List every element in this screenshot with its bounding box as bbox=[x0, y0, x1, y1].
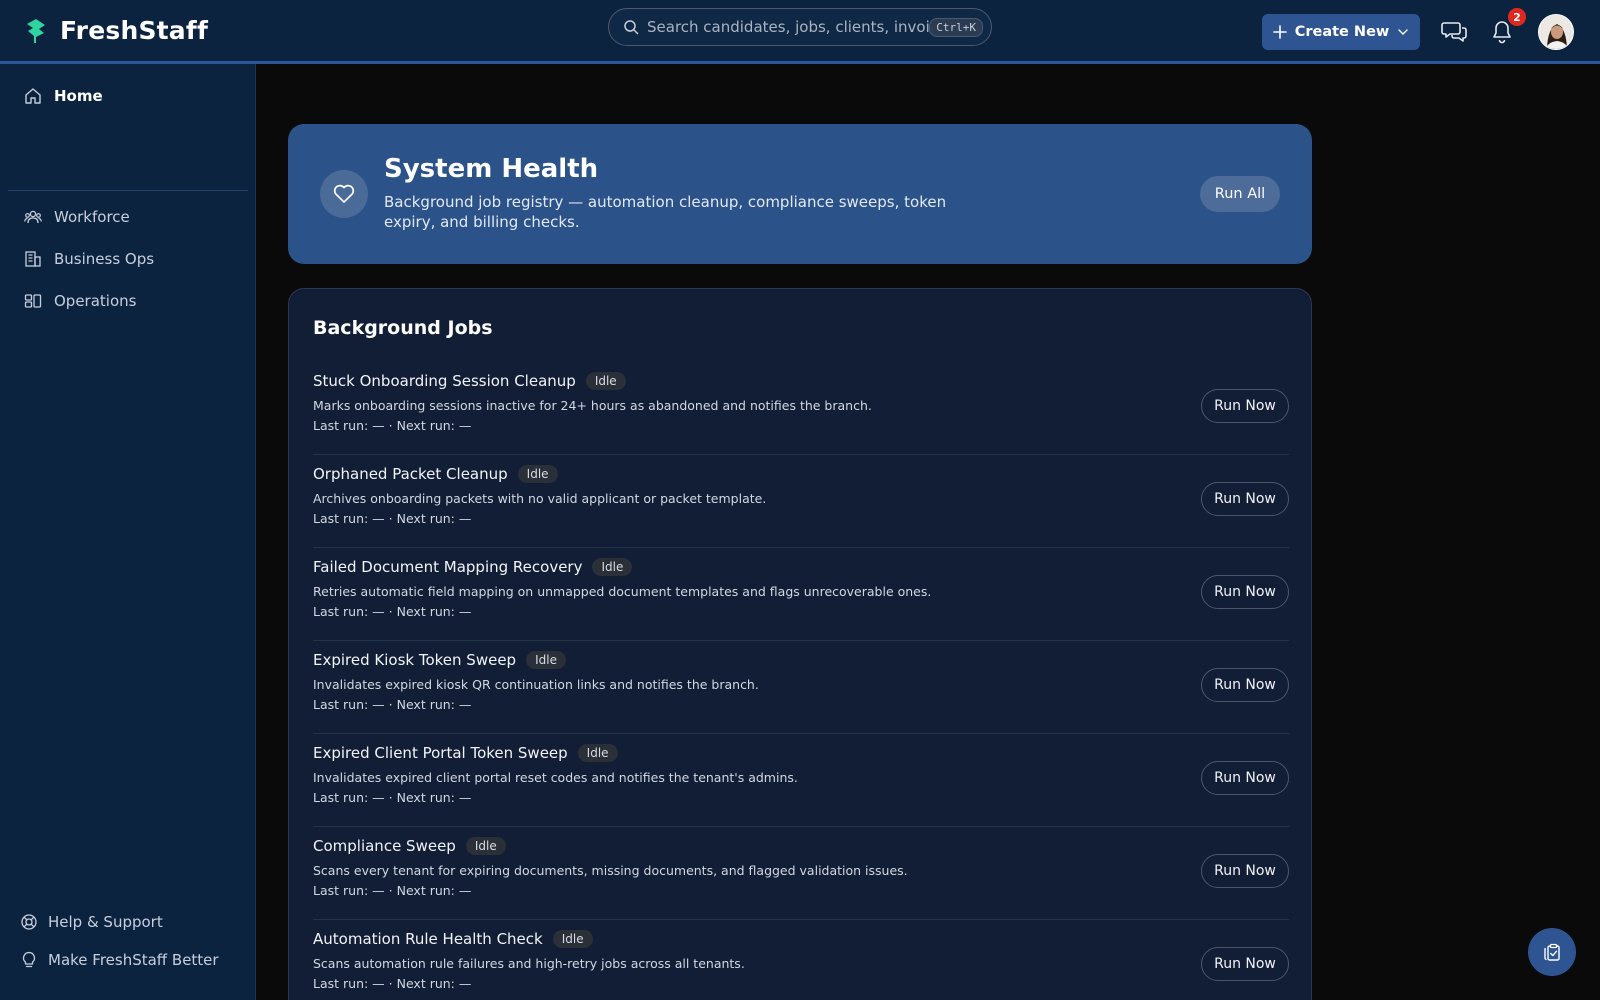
page-title: System Health bbox=[384, 154, 599, 184]
job-row: Expired Client Portal Token Sweep Idle Inv… bbox=[313, 734, 1289, 827]
top-bar: FreshStaff Ctrl+K Create New 2 bbox=[0, 0, 1600, 64]
sidebar-item-label: Home bbox=[54, 87, 103, 105]
help-support-label: Help & Support bbox=[48, 913, 163, 931]
global-search[interactable]: Ctrl+K bbox=[608, 8, 992, 46]
job-row: Stuck Onboarding Session Cleanup Idle Mark… bbox=[313, 362, 1289, 455]
job-title-row: Expired Kiosk Token Sweep Idle bbox=[313, 651, 566, 669]
status-badge: Idle bbox=[552, 930, 593, 948]
help-support-link[interactable]: Help & Support bbox=[20, 907, 163, 937]
job-description: Archives onboarding packets with no vali… bbox=[313, 491, 767, 506]
job-run-schedule: Last run: — · Next run: — bbox=[313, 697, 472, 712]
status-badge: Idle bbox=[517, 465, 558, 483]
sidebar-divider bbox=[8, 190, 248, 191]
job-run-schedule: Last run: — · Next run: — bbox=[313, 604, 472, 619]
search-input[interactable] bbox=[647, 18, 930, 36]
job-name: Automation Rule Health Check bbox=[313, 930, 543, 948]
plus-icon bbox=[1272, 25, 1287, 39]
home-icon bbox=[25, 88, 41, 104]
sidebar-item-label: Operations bbox=[54, 292, 137, 310]
job-run-schedule: Last run: — · Next run: — bbox=[313, 511, 472, 526]
heart-icon-badge bbox=[320, 170, 368, 218]
job-row: Failed Document Mapping Recovery Idle Retr… bbox=[313, 548, 1289, 641]
job-name: Orphaned Packet Cleanup bbox=[313, 465, 508, 483]
heart-icon bbox=[333, 184, 355, 203]
sidebar-item-label: Business Ops bbox=[54, 250, 155, 268]
sidebar-item-business-ops[interactable]: Business Ops bbox=[16, 241, 248, 277]
user-avatar[interactable] bbox=[1538, 14, 1574, 50]
user-portrait-icon bbox=[1539, 15, 1573, 49]
page-description: Background job registry — automation cle… bbox=[384, 193, 947, 231]
notification-count-badge: 2 bbox=[1508, 8, 1526, 26]
clipboard-check-icon bbox=[1544, 943, 1560, 961]
run-now-button[interactable]: Run Now bbox=[1201, 854, 1289, 888]
job-row: Compliance Sweep Idle Scans every tenant f… bbox=[313, 827, 1289, 920]
status-badge: Idle bbox=[577, 744, 618, 762]
users-icon bbox=[24, 210, 42, 224]
job-name: Expired Client Portal Token Sweep bbox=[313, 744, 568, 762]
job-row: Automation Rule Health Check Idle Scans au… bbox=[313, 920, 1289, 1000]
system-health-banner: System Health Background job registry — … bbox=[288, 124, 1312, 264]
job-name: Expired Kiosk Token Sweep bbox=[313, 651, 517, 669]
job-run-schedule: Last run: — · Next run: — bbox=[313, 976, 472, 991]
run-now-button[interactable]: Run Now bbox=[1201, 668, 1289, 702]
job-title-row: Expired Client Portal Token Sweep Idle bbox=[313, 744, 618, 762]
brand-name: FreshStaff bbox=[60, 16, 209, 45]
sidebar: Home Workforce Business Ops Operations H… bbox=[0, 64, 256, 1000]
floating-clipboard-button[interactable] bbox=[1528, 928, 1576, 976]
messages-button[interactable] bbox=[1440, 18, 1468, 46]
layout-icon bbox=[24, 294, 42, 308]
logo-icon bbox=[27, 18, 45, 43]
job-description: Invalidates expired client portal reset … bbox=[313, 770, 798, 785]
job-description: Retries automatic field mapping on unmap… bbox=[313, 584, 932, 599]
status-badge: Idle bbox=[465, 837, 506, 855]
job-run-schedule: Last run: — · Next run: — bbox=[313, 883, 472, 898]
job-run-schedule: Last run: — · Next run: — bbox=[313, 418, 472, 433]
run-now-button[interactable]: Run Now bbox=[1201, 482, 1289, 516]
job-title-row: Stuck Onboarding Session Cleanup Idle bbox=[313, 372, 626, 390]
brand[interactable]: FreshStaff bbox=[24, 16, 208, 45]
feedback-label: Make FreshStaff Better bbox=[48, 951, 219, 969]
create-new-label: Create New bbox=[1294, 24, 1390, 40]
bell-icon bbox=[1493, 21, 1511, 44]
run-now-button[interactable]: Run Now bbox=[1201, 575, 1289, 609]
run-all-button[interactable]: Run All bbox=[1200, 176, 1280, 212]
sidebar-item-operations[interactable]: Operations bbox=[16, 283, 248, 319]
job-description: Scans every tenant for expiring document… bbox=[313, 863, 908, 878]
job-description: Invalidates expired kiosk QR continuatio… bbox=[313, 677, 759, 692]
sidebar-item-home[interactable]: Home bbox=[16, 78, 248, 114]
feedback-link[interactable]: Make FreshStaff Better bbox=[20, 945, 219, 975]
job-description: Marks onboarding sessions inactive for 2… bbox=[313, 398, 872, 413]
chevron-down-icon bbox=[1398, 29, 1408, 35]
job-name: Stuck Onboarding Session Cleanup bbox=[313, 372, 576, 390]
job-title-row: Orphaned Packet Cleanup Idle bbox=[313, 465, 558, 483]
search-icon bbox=[624, 20, 639, 35]
chat-icon bbox=[1441, 22, 1467, 42]
sidebar-item-workforce[interactable]: Workforce bbox=[16, 199, 248, 235]
run-now-button[interactable]: Run Now bbox=[1201, 947, 1289, 981]
create-new-button[interactable]: Create New bbox=[1262, 14, 1420, 50]
lightbulb-icon bbox=[22, 951, 36, 968]
section-title: Background Jobs bbox=[313, 317, 493, 339]
job-name: Compliance Sweep bbox=[313, 837, 456, 855]
building-icon bbox=[25, 251, 41, 267]
search-shortcut-hint: Ctrl+K bbox=[929, 17, 983, 37]
status-badge: Idle bbox=[526, 651, 566, 669]
job-title-row: Compliance Sweep Idle bbox=[313, 837, 506, 855]
status-badge: Idle bbox=[592, 558, 633, 576]
status-badge: Idle bbox=[585, 372, 626, 390]
job-title-row: Automation Rule Health Check Idle bbox=[313, 930, 593, 948]
job-description: Scans automation rule failures and high-… bbox=[313, 956, 745, 971]
sidebar-item-label: Workforce bbox=[54, 208, 130, 226]
job-name: Failed Document Mapping Recovery bbox=[313, 558, 583, 576]
job-row: Expired Kiosk Token Sweep Idle Invalidates… bbox=[313, 641, 1289, 734]
lifebuoy-icon bbox=[21, 914, 37, 930]
job-run-schedule: Last run: — · Next run: — bbox=[313, 790, 472, 805]
background-jobs-card: Background Jobs Stuck Onboarding Session… bbox=[288, 288, 1312, 1000]
run-now-button[interactable]: Run Now bbox=[1201, 761, 1289, 795]
run-now-button[interactable]: Run Now bbox=[1201, 389, 1289, 423]
job-title-row: Failed Document Mapping Recovery Idle bbox=[313, 558, 633, 576]
job-row: Orphaned Packet Cleanup Idle Archives onbo… bbox=[313, 455, 1289, 548]
